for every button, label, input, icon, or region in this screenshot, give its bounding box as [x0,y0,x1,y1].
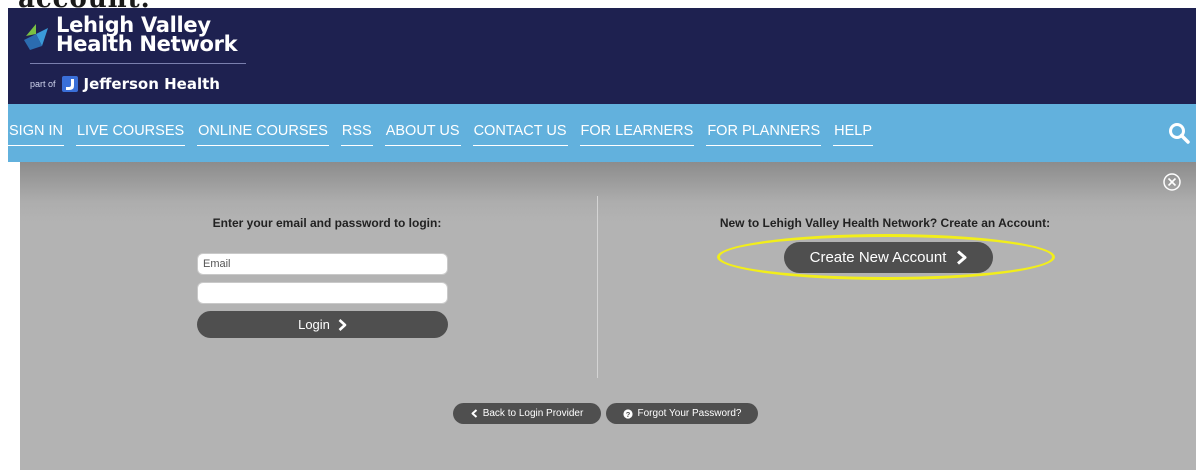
brand-name-line2: Health Network [56,32,238,56]
column-divider [597,196,598,378]
back-label: Back to Login Provider [482,408,584,419]
create-account-label: Create New Account [809,249,947,266]
chevron-right-icon [957,250,967,265]
site-header: Lehigh Valley Health Network part of Jef… [8,8,1196,104]
nav-for-planners[interactable]: FOR PLANNERS [706,121,822,146]
jefferson-logo-icon [61,76,78,92]
forgot-label: Forgot Your Password? [637,408,742,419]
nav-help[interactable]: HELP [833,121,874,146]
parent-brand-name: Jefferson Health [83,75,220,93]
svg-text:?: ? [625,410,630,419]
new-account-title: New to Lehigh Valley Health Network? Cre… [719,216,1051,230]
brand-name: Lehigh Valley Health Network [56,15,238,56]
chevron-right-icon [338,318,347,331]
nav-about-us[interactable]: ABOUT US [384,121,461,146]
close-circle-icon[interactable] [1162,172,1182,192]
password-input[interactable] [197,282,448,304]
nav-contact-us[interactable]: CONTACT US [472,121,568,146]
chevron-left-icon [471,409,477,418]
login-button[interactable]: Login [197,311,448,338]
nav-for-learners[interactable]: FOR LEARNERS [579,121,695,146]
email-input[interactable] [197,253,448,275]
forgot-password-button[interactable]: ? Forgot Your Password? [606,403,758,424]
nav-live-courses[interactable]: LIVE COURSES [75,121,186,146]
nav-sign-in[interactable]: SIGN IN [8,121,64,146]
page-root: account. Lehigh Valley Health Network pa… [0,0,1196,470]
create-new-account-button[interactable]: Create New Account [784,242,993,273]
search-icon[interactable] [1168,122,1190,144]
main-nav: SIGN IN LIVE COURSES ONLINE COURSES RSS … [8,104,1196,162]
lvhn-logo-mark-icon [24,24,48,50]
login-modal: Enter your email and password to login: … [20,162,1196,470]
back-to-login-provider-button[interactable]: Back to Login Provider [453,403,601,424]
part-of-jefferson: part of Jefferson Health [30,75,220,93]
part-of-label: part of [30,79,56,89]
logo-divider [30,63,246,64]
login-button-label: Login [298,317,330,332]
question-circle-icon: ? [622,408,633,419]
nav-online-courses[interactable]: ONLINE COURSES [197,121,329,146]
nav-rss[interactable]: RSS [340,121,373,146]
nav-items: SIGN IN LIVE COURSES ONLINE COURSES RSS … [8,121,874,146]
login-title: Enter your email and password to login: [212,216,442,230]
